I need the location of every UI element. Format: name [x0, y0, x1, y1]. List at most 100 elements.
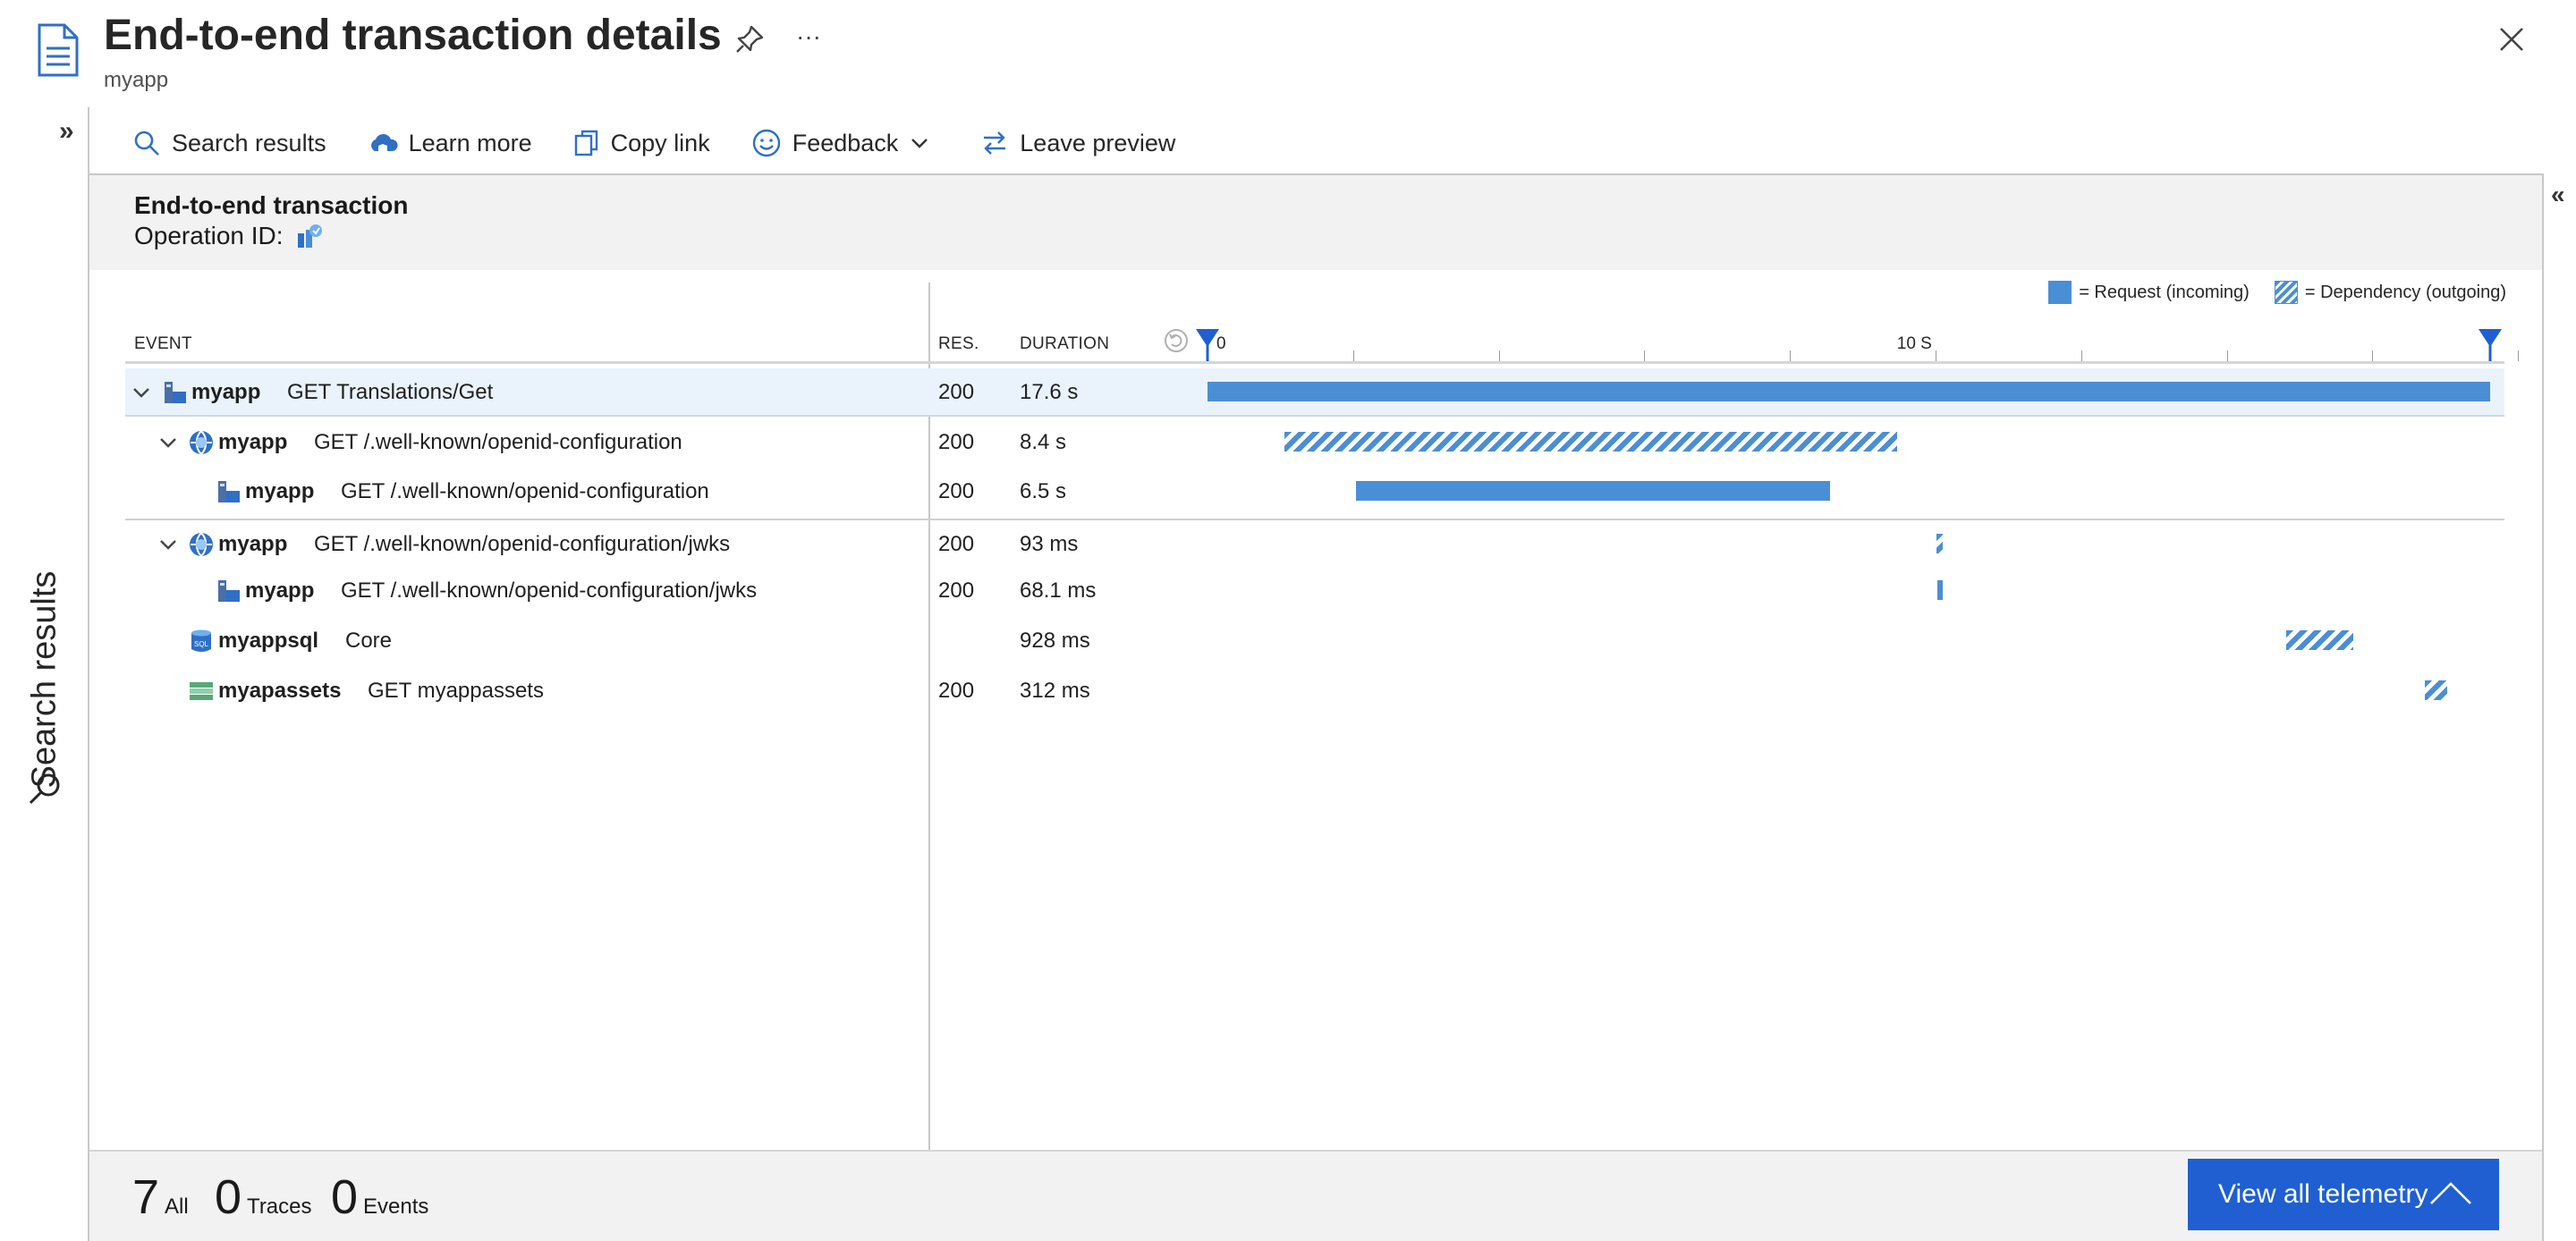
row-operation-name: GET /.well-known/openid-configuration/jw…: [314, 532, 731, 556]
collapse-panel-icon[interactable]: «: [2551, 181, 2565, 209]
row-operation-name: GET /.well-known/openid-configuration: [341, 479, 709, 503]
row-duration: 68.1 ms: [1020, 578, 1097, 603]
app-service-icon: [161, 379, 188, 406]
row-operation-name: Core: [345, 629, 393, 653]
more-options-icon[interactable]: ···: [792, 23, 825, 55]
row-app-name: myappsql: [218, 629, 319, 653]
timeline-tick: [2518, 350, 2520, 361]
app-service-icon: [215, 478, 242, 505]
row-operation-name: GET /.well-known/openid-configuration/jw…: [341, 578, 758, 603]
svg-text:SQL: SQL: [194, 640, 209, 648]
chevron-up-icon: [2430, 1182, 2471, 1204]
timeline-tick: [1352, 350, 1354, 361]
row-result-code: 200: [938, 380, 975, 404]
telemetry-footer: 7 All 0 Traces 0 Events View all telemet…: [89, 1150, 2542, 1241]
traces-count-label: Traces: [247, 1195, 312, 1219]
all-count[interactable]: 7 All: [132, 1169, 189, 1225]
row-duration: 6.5 s: [1020, 479, 1067, 503]
leave-preview-label: Leave preview: [1020, 129, 1176, 156]
table-row[interactable]: myapp GET /.well-known/openid-configurati…: [125, 418, 2504, 467]
smiley-icon: [752, 129, 780, 157]
search-icon[interactable]: [25, 769, 64, 808]
row-result-code: 200: [938, 578, 975, 603]
operation-id-label: Operation ID:: [134, 222, 284, 249]
document-icon: [38, 23, 79, 77]
table-row[interactable]: myapp GET /.well-known/openid-configurati…: [125, 567, 2504, 615]
table-row[interactable]: myapp GET Translations/Get 200 17.6 s: [125, 368, 2504, 417]
column-header-res[interactable]: RES.: [938, 334, 979, 354]
row-operation-name: GET myappassets: [368, 679, 544, 703]
learn-more-label: Learn more: [408, 129, 532, 156]
search-results-label: Search results: [172, 129, 326, 156]
expand-panel-icon[interactable]: »: [59, 116, 74, 147]
timeline-end-marker-icon[interactable]: [2477, 327, 2504, 363]
row-app-name: myapp: [245, 578, 315, 603]
storage-icon: [188, 678, 215, 705]
events-count[interactable]: 0 Events: [331, 1169, 428, 1225]
view-all-telemetry-button[interactable]: View all telemetry: [2188, 1159, 2499, 1230]
table-row[interactable]: myapp GET /.well-known/openid-configurati…: [125, 468, 2504, 516]
copy-icon: [574, 130, 597, 156]
timeline-tick: [2080, 350, 2082, 361]
legend: = Request (incoming) = Dependency (outgo…: [2023, 281, 2506, 304]
timeline-bar[interactable]: [1284, 432, 1897, 452]
feedback-button[interactable]: Feedback: [751, 128, 940, 158]
transaction-header: End-to-end transaction Operation ID:: [89, 175, 2542, 270]
timeline-bar[interactable]: [1208, 382, 2490, 401]
timeline-tick: [1790, 350, 1792, 361]
timeline-mid-label: 10 S: [1896, 334, 1932, 353]
table-row[interactable]: SQL myappsql Core 928 ms: [125, 617, 2504, 665]
transaction-title: End-to-end transaction: [134, 191, 409, 219]
traces-count[interactable]: 0 Traces: [215, 1169, 312, 1225]
legend-request: = Request (incoming): [2048, 281, 2250, 304]
legend-request-label: = Request (incoming): [2079, 282, 2250, 302]
operation-id: Operation ID:: [134, 222, 323, 250]
view-all-telemetry-label: View all telemetry: [2218, 1179, 2428, 1209]
http-dependency-icon: [188, 531, 215, 558]
events-count-label: Events: [363, 1195, 429, 1219]
row-duration: 8.4 s: [1020, 430, 1067, 454]
row-duration: 17.6 s: [1020, 380, 1079, 404]
row-app-name: myapp: [218, 532, 288, 556]
page-title: End-to-end transaction details: [104, 12, 722, 59]
row-app-name: myapp: [191, 380, 261, 404]
table-row[interactable]: myapassets GET myappassets 200 312 ms: [125, 667, 2504, 715]
traces-count-number: 0: [215, 1170, 242, 1224]
timeline-tick: [2226, 350, 2228, 361]
leave-preview-button[interactable]: Leave preview: [980, 129, 1175, 157]
chevron-down-icon: [911, 139, 928, 148]
timeline-start-marker-icon[interactable]: [1194, 327, 1221, 363]
transaction-panel: End-to-end transaction Operation ID: = R…: [89, 173, 2544, 1241]
collapse-chevron-icon[interactable]: [131, 382, 152, 403]
timeline-bar[interactable]: [1936, 534, 1944, 553]
collapse-chevron-icon[interactable]: [157, 534, 179, 555]
operation-id-copy-icon[interactable]: [296, 223, 323, 249]
learn-more-button[interactable]: Learn more: [368, 130, 532, 157]
search-results-button[interactable]: Search results: [132, 129, 326, 157]
copy-link-label: Copy link: [610, 129, 710, 156]
row-result-code: 200: [938, 679, 975, 703]
cloud-book-icon: [370, 133, 398, 153]
legend-dependency-label: = Dependency (outgoing): [2304, 282, 2506, 302]
row-result-code: 200: [938, 430, 975, 454]
row-duration: 312 ms: [1020, 679, 1090, 703]
timeline-bar[interactable]: [1936, 580, 1943, 600]
column-header-duration[interactable]: DURATION: [1020, 334, 1109, 354]
copy-link-button[interactable]: Copy link: [573, 129, 710, 157]
row-app-name: myapassets: [218, 679, 342, 703]
timeline-bar[interactable]: [1356, 481, 1830, 501]
reset-zoom-icon[interactable]: [1163, 327, 1190, 354]
collapse-chevron-icon[interactable]: [157, 432, 179, 453]
timeline-bar[interactable]: [2285, 630, 2354, 650]
pin-icon[interactable]: [733, 23, 766, 55]
search-icon: [134, 131, 159, 156]
column-header-event[interactable]: EVENT: [134, 334, 192, 354]
switch-arrows-icon: [984, 131, 1006, 155]
events-count-number: 0: [331, 1170, 359, 1224]
row-result-code: 200: [938, 532, 975, 556]
timeline-bar[interactable]: [2424, 680, 2448, 700]
table-row[interactable]: myapp GET /.well-known/openid-configurati…: [125, 519, 2504, 567]
rail-label: Search results: [25, 570, 64, 789]
http-dependency-icon: [188, 429, 215, 456]
close-icon[interactable]: [2496, 23, 2528, 55]
